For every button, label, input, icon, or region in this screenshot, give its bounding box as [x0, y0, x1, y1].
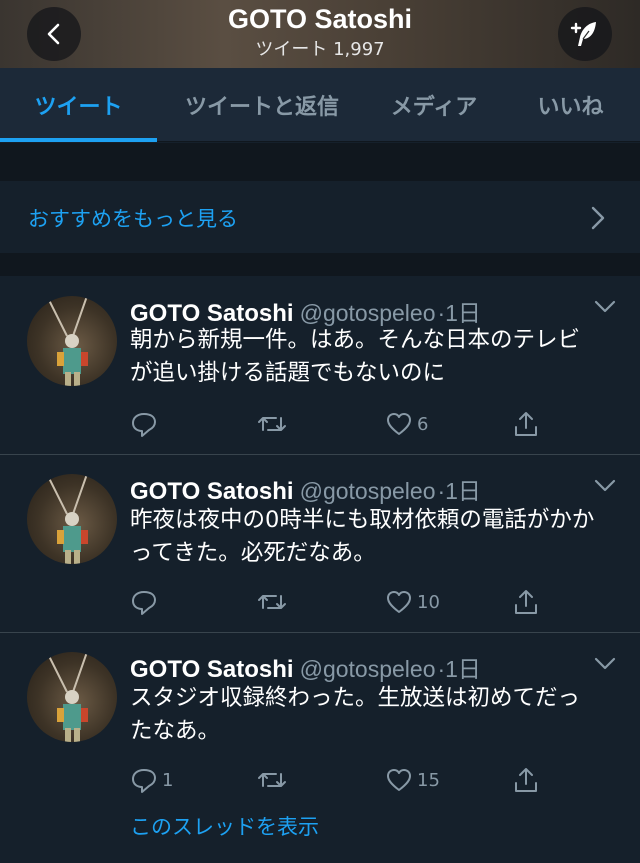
like-button[interactable]: 10 — [385, 587, 440, 617]
section-gap — [0, 143, 640, 180]
feather-compose-icon — [570, 22, 596, 46]
heart-icon — [387, 591, 411, 613]
retweet-icon — [258, 595, 286, 609]
show-thread-link[interactable]: このスレッドを表示 — [130, 811, 319, 841]
see-more-recommendations[interactable]: おすすめをもっと見る — [0, 180, 640, 254]
avatar-photo — [46, 652, 88, 742]
like-count: 15 — [417, 769, 440, 791]
like-button[interactable]: 15 — [385, 765, 440, 795]
share-icon — [515, 768, 537, 792]
tweet[interactable]: GOTO Satoshi @gotospeleo·1日 昨夜は夜中の0時半にも取材… — [0, 455, 640, 633]
heart-icon — [387, 413, 411, 435]
reply-icon — [132, 591, 156, 615]
avatar[interactable] — [27, 652, 117, 742]
reply-button[interactable] — [130, 409, 162, 439]
author-handle[interactable]: @gotospeleo — [300, 656, 436, 682]
share-button[interactable] — [512, 587, 540, 617]
avatar-photo — [46, 474, 88, 564]
chevron-down-icon[interactable] — [594, 479, 616, 493]
tweet-time: ·1日 — [437, 300, 481, 326]
reply-button[interactable] — [130, 587, 162, 617]
author-name[interactable]: GOTO Satoshi — [130, 656, 294, 683]
compose-tweet-button[interactable] — [558, 7, 612, 61]
tweet-header: GOTO Satoshi @gotospeleo·1日 — [130, 472, 481, 506]
section-gap — [0, 254, 640, 276]
tweet-actions: 10 — [130, 587, 550, 617]
tweet-time: ·1日 — [437, 478, 481, 504]
heart-icon — [387, 769, 411, 791]
avatar-photo — [46, 296, 88, 386]
reply-count: 1 — [162, 769, 174, 791]
tweet-time: ·1日 — [437, 656, 481, 682]
chevron-down-icon[interactable] — [594, 657, 616, 671]
tweet-actions: 1 15 — [130, 765, 550, 795]
retweet-button[interactable] — [256, 409, 288, 439]
like-button[interactable]: 6 — [385, 409, 428, 439]
tab-tweets[interactable]: ツイート — [0, 68, 157, 142]
profile-name-title: GOTO Satoshi — [227, 4, 413, 34]
tweet-text: 昨夜は夜中の0時半にも取材依頼の電話がかかってきた。必死だなあ。 — [130, 507, 595, 566]
tweet-actions: 6 — [130, 409, 550, 439]
tab-likes[interactable]: いいね — [501, 68, 640, 142]
tweet-text: スタジオ収録終わった。生放送は初めてだったなあ。 — [130, 685, 581, 744]
retweet-icon — [258, 773, 286, 787]
tweet[interactable]: GOTO Satoshi @gotospeleo·1日 スタジオ収録終わった。生放… — [0, 633, 640, 863]
share-icon — [515, 412, 537, 436]
like-count: 6 — [417, 413, 429, 435]
like-count: 10 — [417, 591, 440, 613]
retweet-icon — [258, 417, 286, 431]
share-button[interactable] — [512, 409, 540, 439]
tweet[interactable]: GOTO Satoshi @gotospeleo·1日 朝から新規一件。はあ。そん… — [0, 276, 640, 455]
avatar[interactable] — [27, 474, 117, 564]
tweet-header: GOTO Satoshi @gotospeleo·1日 — [130, 650, 481, 684]
avatar[interactable] — [27, 296, 117, 386]
share-icon — [515, 590, 537, 614]
retweet-button[interactable] — [256, 587, 288, 617]
share-button[interactable] — [512, 765, 540, 795]
see-more-label: おすすめをもっと見る — [28, 207, 238, 231]
author-handle[interactable]: @gotospeleo — [300, 478, 436, 504]
tweet-header: GOTO Satoshi @gotospeleo·1日 — [130, 294, 481, 328]
author-handle[interactable]: @gotospeleo — [300, 300, 436, 326]
retweet-button[interactable] — [256, 765, 288, 795]
author-name[interactable]: GOTO Satoshi — [130, 300, 294, 327]
chevron-down-icon[interactable] — [594, 300, 616, 314]
author-name[interactable]: GOTO Satoshi — [130, 478, 294, 505]
tweet-text: 朝から新規一件。はあ。そんな日本のテレビが追い掛ける話題でもないのに — [130, 327, 581, 386]
chevron-right-icon — [591, 206, 605, 230]
reply-icon — [132, 413, 156, 437]
tweet-count: ツイート 1,997 — [255, 39, 385, 60]
profile-header: GOTO Satoshi ツイート 1,997 — [0, 0, 640, 68]
reply-button[interactable]: 1 — [130, 765, 173, 795]
reply-icon — [132, 769, 156, 793]
profile-tabs: ツイート ツイートと返信 メディア いいね — [0, 68, 640, 142]
active-tab-indicator — [0, 138, 157, 142]
tab-tweets-and-replies[interactable]: ツイートと返信 — [157, 68, 367, 142]
tab-media[interactable]: メディア — [367, 68, 501, 142]
